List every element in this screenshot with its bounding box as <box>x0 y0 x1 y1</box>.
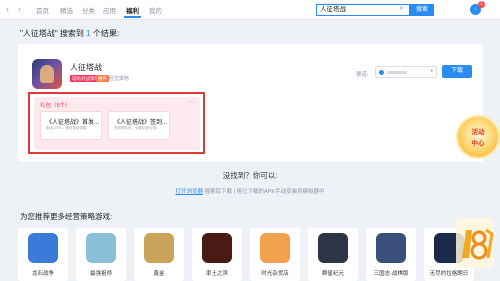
back-arrow-icon[interactable]: ‹ <box>6 4 9 14</box>
top-nav-bar: ‹ › 首页 精选 分类 应用 福利 我的 人征塔战 ✕ 搜索 ↓ 1 <box>0 0 500 20</box>
source-logo-icon <box>379 70 384 75</box>
recommend-game-name: 最强祖师 <box>89 271 112 277</box>
search-result-title: "人征塔战" 搜索到 1 个结果: <box>20 28 119 39</box>
recommend-game-name: 群星纪元 <box>321 271 344 277</box>
activity-badge-line2: 中心 <box>471 140 485 147</box>
site-watermark-logo <box>456 218 494 268</box>
nav-item-welfare[interactable]: 福利 <box>126 5 139 15</box>
active-tab-indicator <box>124 16 141 18</box>
result-count: 1 <box>86 29 91 38</box>
recommend-game-icon <box>28 233 58 263</box>
recommend-game-item[interactable]: 最强祖师 <box>76 228 126 281</box>
game-name[interactable]: 人征塔战 <box>70 62 102 73</box>
hint-middle: 搜索后下载 <box>204 189 233 195</box>
activity-center-badge[interactable]: 活动 中心 <box>456 115 500 159</box>
game-icon[interactable] <box>32 59 62 89</box>
gift-card-subtitle: 签到领礼包，全服玩家可领... <box>114 126 159 130</box>
search-input[interactable]: 人征塔战 <box>316 4 410 16</box>
gift-panel: 礼包（8个） ··· 《人征塔战》首发... 剩余100%，限时免费领取... … <box>28 92 205 154</box>
open-browser-link[interactable]: 打开浏览器 <box>175 189 203 195</box>
recommend-game-icon <box>260 233 290 263</box>
source-label: 渠道: <box>356 72 369 78</box>
gift-card-subtitle: 剩余100%，限时免费领取... <box>46 126 90 130</box>
gift-panel-inner: 礼包（8个） ··· 《人征塔战》首发... 剩余100%，限时免费领取... … <box>34 97 200 150</box>
recommend-game-name: 时光杂货店 <box>261 271 289 277</box>
recommend-game-item[interactable]: 时光杂货店 <box>250 228 300 281</box>
nav-item-home[interactable]: 首页 <box>36 5 49 15</box>
download-count-badge: 1 <box>478 1 485 8</box>
nav-item-mine[interactable]: 我的 <box>149 5 162 15</box>
nav-item-featured[interactable]: 精选 <box>60 5 73 15</box>
result-title-suffix: 个结果: <box>92 29 120 38</box>
recommend-game-name: 率土之滨 <box>205 271 228 277</box>
not-found-hint: 打开浏览器 搜索后下载 | 将已下载的APK手动安装到模拟器中 <box>0 187 500 195</box>
recommend-game-item[interactable]: 率土之滨 <box>192 228 242 281</box>
game-category: 经营策略 <box>109 76 130 82</box>
recommend-game-icon <box>86 233 116 263</box>
recommend-game-item[interactable]: 龙石战争 <box>18 228 68 281</box>
recommend-game-item[interactable]: 群星纪元 <box>308 228 358 281</box>
more-icon[interactable]: ··· <box>188 99 194 105</box>
source-select[interactable]: ▾ <box>375 66 437 78</box>
recommend-game-name: 鑫金 <box>153 271 165 277</box>
recommend-game-name: 三国志·战棋版 <box>373 271 409 277</box>
recommend-title: 为您推荐更多经营策略游戏: <box>20 212 113 221</box>
recommend-game-icon <box>144 233 174 263</box>
recommend-game-item[interactable]: 三国志·战棋版 <box>366 228 416 281</box>
recommend-game-name: 龙石战争 <box>31 271 54 277</box>
recommend-game-icon <box>202 233 232 263</box>
hint-tail: 将已下载的APK手动安装到模拟器中 <box>236 189 325 195</box>
game-tag-recommend: 推荐 <box>96 75 109 82</box>
gift-title: 礼包（8个） <box>40 103 71 109</box>
recommend-game-icon <box>376 233 406 263</box>
search-button[interactable]: 搜索 <box>410 4 434 16</box>
chevron-down-icon: ▾ <box>430 68 433 74</box>
clear-search-icon[interactable]: ✕ <box>399 5 404 12</box>
not-found-title: 没找到？你可以: <box>222 171 278 180</box>
recommend-game-item[interactable]: 鑫金 <box>134 228 184 281</box>
nav-item-categories[interactable]: 分类 <box>82 5 95 15</box>
forward-arrow-icon[interactable]: › <box>18 4 21 14</box>
source-name-placeholder <box>387 71 407 74</box>
result-title-prefix: "人征塔战" 搜索到 <box>20 29 84 38</box>
nav-item-apps[interactable]: 应用 <box>103 5 116 15</box>
activity-badge-line1: 活动 <box>471 129 485 136</box>
gift-card[interactable]: 《人征塔战》签到... 签到领礼包，全服玩家可领... <box>108 111 170 140</box>
gift-card-title: 《人征塔战》签到... <box>114 120 168 126</box>
gift-card[interactable]: 《人征塔战》首发... 剩余100%，限时免费领取... <box>40 111 102 140</box>
download-button[interactable]: 下载 <box>442 65 472 78</box>
gift-card-title: 《人征塔战》首发... <box>46 120 100 126</box>
recommend-game-icon <box>318 233 348 263</box>
